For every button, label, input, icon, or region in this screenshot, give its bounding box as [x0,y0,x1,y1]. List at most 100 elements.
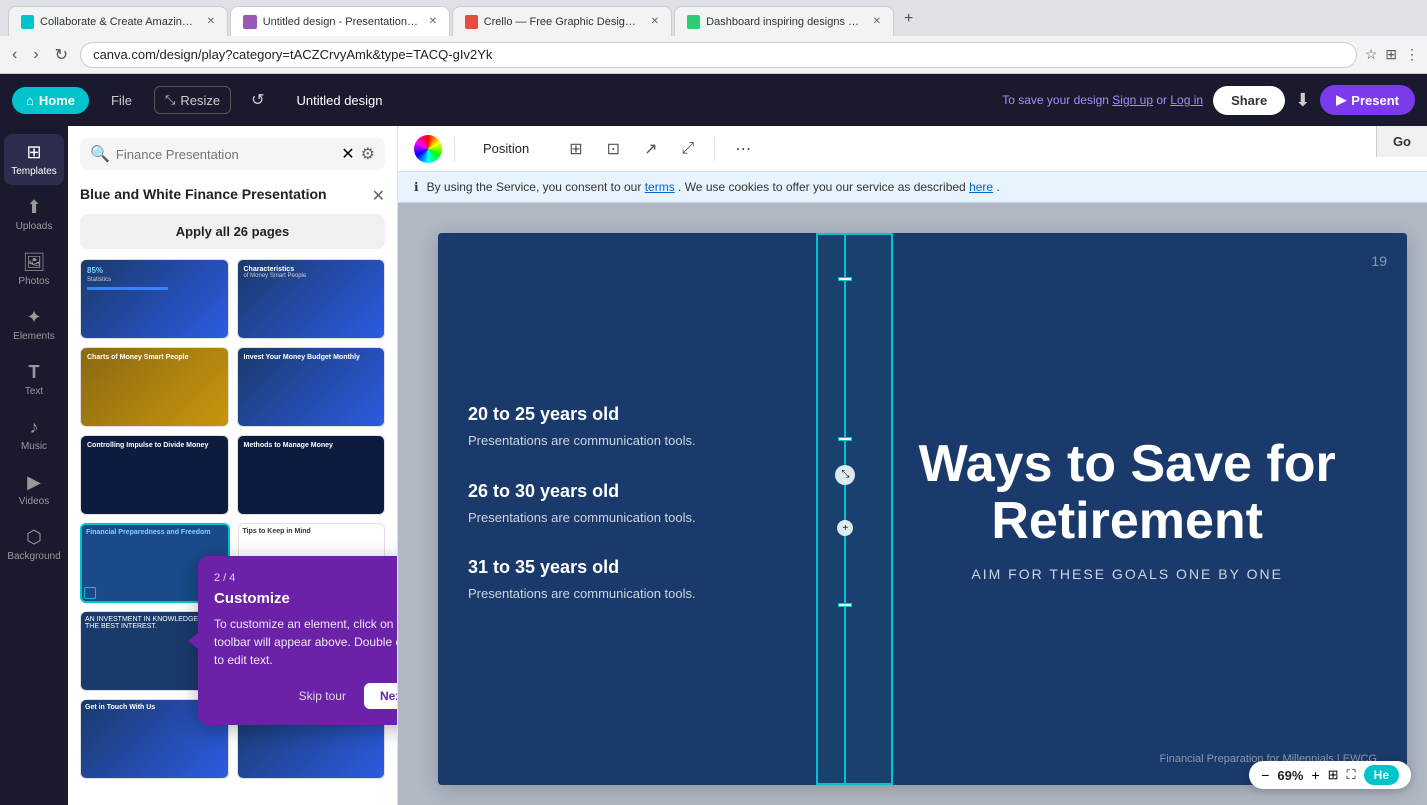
tab-close-1[interactable]: ✕ [207,16,215,27]
template-row-3: Controlling Impulse to Divide Money Meth… [80,435,385,515]
zoom-level: 69% [1277,768,1303,783]
sidebar-item-elements[interactable]: ✦ Elements [4,299,64,350]
crop-button[interactable]: ⊡ [599,135,628,163]
age-desc-2: Presentations are communication tools. [468,508,813,528]
log-in-link[interactable]: Log in [1170,93,1203,107]
main-subtitle: AIM FOR THESE GOALS ONE BY ONE [971,566,1283,582]
template-thumb-2[interactable]: Characteristics of Money Smart People [237,259,386,339]
browser-tab-3[interactable]: Crello — Free Graphic Design Se... ✕ [452,6,672,36]
apply-all-button[interactable]: Apply all 26 pages [80,214,385,249]
more-button[interactable]: ⋯ [727,135,759,163]
zoom-in-button[interactable]: + [1311,767,1319,783]
flip-button[interactable]: ⤢ [673,136,702,162]
zoom-out-button[interactable]: − [1261,767,1269,783]
tooltip-arrow [188,633,198,649]
color-palette-button[interactable] [414,135,442,163]
template-thumb-3[interactable]: Charts of Money Smart People [80,347,229,427]
tab-favicon-2 [243,15,257,29]
save-prompt: To save your design Sign up or Log in [1002,93,1203,107]
home-button[interactable]: ⌂ Home [12,87,89,114]
age-label-1: 20 to 25 years old [468,404,813,425]
terms-link[interactable]: terms [645,180,675,194]
bookmark-icon[interactable]: ☆ [1365,46,1378,63]
tour-title: Customize [214,590,398,607]
help-button[interactable]: He [1364,765,1399,785]
template-thumb-6[interactable]: Methods to Manage Money [237,435,386,515]
slide-left-panel: 20 to 25 years old Presentations are com… [438,233,843,785]
undo-button[interactable]: ↺ [243,86,272,114]
tab-title-3: Crello — Free Graphic Design Se... [484,16,641,28]
layout-button[interactable]: ⊞ [561,135,590,163]
sidebar-item-music[interactable]: ♪ Music [4,409,64,460]
age-label-2: 26 to 30 years old [468,481,813,502]
panel-close-button[interactable]: ✕ [372,186,385,206]
sidebar-item-templates[interactable]: ⊞ Templates [4,134,64,185]
browser-tab-4[interactable]: Dashboard inspiring designs - G... ✕ [674,6,894,36]
clear-search-icon[interactable]: ✕ [341,144,354,164]
tab-close-2[interactable]: ✕ [429,16,437,27]
tab-title-4: Dashboard inspiring designs - G... [706,16,862,28]
sidebar-item-photos[interactable]: 🖼 Photos [4,244,64,295]
tab-close-3[interactable]: ✕ [651,16,659,27]
share-button[interactable]: Share [1213,86,1285,115]
template-title-section: Blue and White Finance Presentation ✕ [68,186,397,214]
background-icon: ⬡ [26,527,42,548]
expand-icon[interactable]: ⛶ [1347,767,1356,783]
canvas-area[interactable]: Position ⊞ ⊡ ↗ ⤢ ⋯ ℹ By using the Servic… [398,126,1427,805]
address-input[interactable] [80,42,1357,68]
panel-header: 🔍 ✕ ⚙ [68,126,397,186]
sidebar-item-text[interactable]: T Text [4,354,64,405]
text-icon: T [29,362,40,383]
document-title: Untitled design [297,93,383,108]
refresh-button[interactable]: ↻ [51,41,72,69]
template-row-1: 85% Statistics Characteristics of Money … [80,259,385,339]
age-group-3: 31 to 35 years old Presentations are com… [468,557,813,604]
sidebar-item-uploads[interactable]: ⬆ Uploads [4,189,64,240]
search-input[interactable] [116,147,335,162]
sidebar-item-videos[interactable]: ▶ Videos [4,464,64,515]
browser-tab-2[interactable]: Untitled design - Presentation |... ✕ [230,6,450,36]
template-thumb-4[interactable]: Invest Your Money Budget Monthly [237,347,386,427]
browser-actions: ☆ ⊞ ⋮ [1365,46,1419,63]
here-link[interactable]: here [969,180,993,194]
template-thumb-5[interactable]: Controlling Impulse to Divide Money [80,435,229,515]
sidebar-item-background[interactable]: ⬡ Background [4,519,64,570]
cookie-dismiss-button[interactable]: Go [1376,126,1427,157]
canvas-container[interactable]: 19 20 to 25 years old Presentations are … [398,203,1427,805]
age-group-1: 20 to 25 years old Presentations are com… [468,404,813,451]
browser-tab-1[interactable]: Collaborate & Create Amazing C... ✕ [8,6,228,36]
skip-tour-button[interactable]: Skip tour [289,683,356,709]
present-button[interactable]: ▶ Present [1320,85,1415,115]
filter-icon[interactable]: ⚙ [361,144,375,164]
resize-button[interactable]: ⤡ Resize [154,86,231,114]
back-button[interactable]: ‹ [8,42,21,68]
forward-button[interactable]: › [29,42,42,68]
file-button[interactable]: File [101,87,142,114]
tab-favicon-4 [687,15,700,29]
download-button[interactable]: ⬇ [1295,90,1310,111]
slide-content: 19 20 to 25 years old Presentations are … [438,233,1407,785]
age-group-2: 26 to 30 years old Presentations are com… [468,481,813,528]
elements-icon: ✦ [26,307,41,328]
tabs-container: Collaborate & Create Amazing C... ✕ Unti… [0,6,921,36]
extensions-icon[interactable]: ⊞ [1385,46,1397,63]
template-row-2: Charts of Money Smart People Invest Your… [80,347,385,427]
tour-body: To customize an element, click on it. A … [214,615,398,669]
canva-topbar: ⌂ Home File ⤡ Resize ↺ Untitled design T… [0,74,1427,126]
next-tour-button[interactable]: Next [364,683,398,709]
template-thumb-1[interactable]: 85% Statistics [80,259,229,339]
new-tab-button[interactable]: + [896,6,921,36]
tour-counter: 2 / 4 [214,572,398,584]
menu-icon[interactable]: ⋮ [1405,46,1419,63]
tab-title-1: Collaborate & Create Amazing C... [40,16,197,28]
slide-canvas[interactable]: 19 20 to 25 years old Presentations are … [438,233,1407,785]
age-desc-1: Presentations are communication tools. [468,431,813,451]
timeline-line [844,233,846,785]
address-bar-row: ‹ › ↻ ☆ ⊞ ⋮ [0,36,1427,74]
rotate-button[interactable]: ↗ [636,135,665,163]
sign-up-link[interactable]: Sign up [1112,93,1153,107]
tour-actions: Skip tour Next [214,683,398,709]
page-grid-icon[interactable]: ⊞ [1328,767,1339,783]
tab-close-4[interactable]: ✕ [873,16,881,27]
bottom-zoom-bar: − 69% + ⊞ ⛶ He [1249,761,1411,789]
